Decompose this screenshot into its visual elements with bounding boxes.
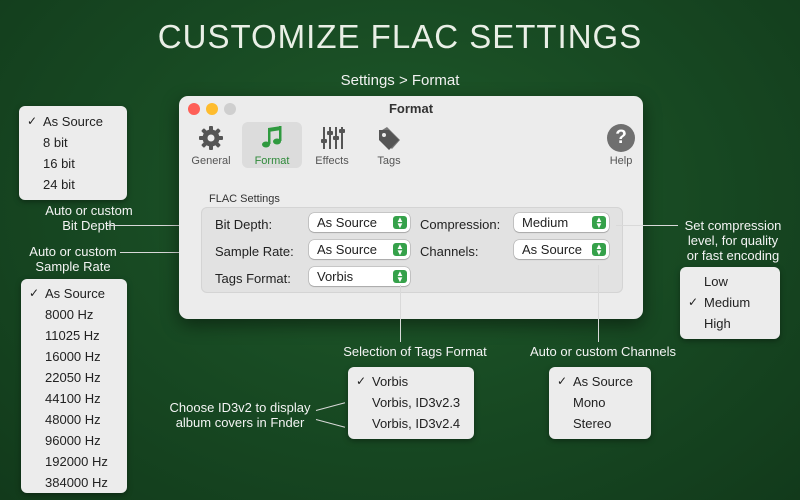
checkmark-icon: ✓ [557, 374, 568, 388]
tab-tags-label: Tags [377, 155, 401, 167]
window-title: Format [388, 101, 434, 116]
menu-item[interactable]: Mono [549, 392, 651, 413]
menu-item[interactable]: 11025 Hz [21, 325, 127, 346]
menu-item[interactable]: 16 bit [19, 153, 127, 174]
menu-item[interactable]: High [680, 313, 780, 334]
channels-label: Channels: [420, 244, 479, 259]
menu-item[interactable]: 8 bit [19, 132, 127, 153]
tags-format-popup[interactable]: Vorbis ▲ ▼ [309, 267, 410, 286]
gear-icon [199, 126, 223, 150]
checkmark-icon: ✓ [29, 286, 40, 300]
menu-item[interactable]: 22050 Hz [21, 367, 127, 388]
menu-item[interactable]: Low [680, 271, 780, 292]
tab-effects-label: Effects [315, 155, 349, 167]
bit-depth-popup[interactable]: As Source ▲ ▼ [309, 213, 410, 232]
chevron-updown-icon: ▲ ▼ [393, 216, 407, 230]
sliders-icon [321, 127, 345, 149]
sample-rate-label: Sample Rate: [215, 244, 294, 259]
flac-settings-title: FLAC Settings [209, 193, 280, 205]
subhead: Settings > Format [340, 72, 460, 89]
menu-item[interactable]: 16000 Hz [21, 346, 127, 367]
bit-depth-label: Bit Depth: [215, 217, 273, 232]
tab-format[interactable]: Format [242, 122, 302, 168]
connector-line [315, 419, 346, 428]
tags-format-note: Selection of Tags Format [343, 344, 487, 359]
tags-format-label: Tags Format: [215, 271, 291, 286]
tab-tags[interactable]: Tags [359, 122, 419, 168]
connector-line [315, 402, 346, 411]
compression-popup[interactable]: Medium ▲ ▼ [514, 213, 609, 232]
menu-item[interactable]: Stereo [549, 413, 651, 434]
title-bar: Format [179, 96, 643, 120]
connector-line [616, 225, 678, 226]
menu-item[interactable]: 44100 Hz [21, 388, 127, 409]
id3-note: Choose ID3v2 to display album covers in … [169, 400, 311, 430]
channels-menu: ✓ As Source Mono Stereo [549, 367, 651, 439]
sample-rate-popup[interactable]: As Source ▲ ▼ [309, 240, 410, 259]
tab-general[interactable]: General [181, 122, 241, 168]
menu-item[interactable]: ✓ As Source [549, 371, 651, 392]
bit-depth-note: Auto or custom Bit Depth [45, 203, 133, 233]
menu-item[interactable]: 24 bit [19, 174, 127, 195]
chevron-updown-icon: ▲ ▼ [592, 216, 606, 230]
compression-label: Compression: [420, 217, 501, 232]
connector-line [598, 265, 599, 342]
menu-item[interactable]: 48000 Hz [21, 409, 127, 430]
help-icon: ? [607, 124, 635, 152]
menu-item[interactable]: 384000 Hz [21, 472, 127, 493]
compression-menu: Low ✓ Medium High [680, 267, 780, 339]
menu-item[interactable]: 96000 Hz [21, 430, 127, 451]
checkmark-icon: ✓ [688, 295, 699, 309]
music-note-icon [262, 126, 282, 148]
checkmark-icon: ✓ [27, 114, 38, 128]
chevron-updown-icon: ▲ ▼ [592, 243, 606, 257]
menu-item[interactable]: ✓ As Source [19, 111, 127, 132]
chevron-updown-icon: ▲ ▼ [393, 243, 407, 257]
connector-line [400, 285, 401, 342]
menu-item[interactable]: 8000 Hz [21, 304, 127, 325]
channels-popup[interactable]: As Source ▲ ▼ [514, 240, 609, 259]
tags-format-menu: ✓ Vorbis Vorbis, ID3v2.3 Vorbis, ID3v2.4 [348, 367, 474, 439]
headline: CUSTOMIZE FLAC SETTINGS [157, 18, 643, 55]
sample-rate-note: Auto or custom Sample Rate [29, 244, 117, 274]
sample-rate-menu: ✓ As Source 8000 Hz 11025 Hz 16000 Hz 220… [21, 279, 127, 493]
chevron-updown-icon: ▲ ▼ [393, 270, 407, 284]
bit-depth-menu: ✓ As Source 8 bit 16 bit 24 bit [19, 106, 127, 200]
help-button[interactable]: ? Help [592, 122, 643, 168]
help-label: Help [609, 155, 633, 167]
menu-item[interactable]: ✓ As Source [21, 283, 127, 304]
tab-general-label: General [191, 155, 231, 167]
tab-format-label: Format [254, 155, 290, 167]
menu-item[interactable]: 192000 Hz [21, 451, 127, 472]
tag-icon [379, 127, 400, 150]
menu-item[interactable]: Vorbis, ID3v2.3 [348, 392, 474, 413]
menu-item[interactable]: ✓ Vorbis [348, 371, 474, 392]
tab-effects[interactable]: Effects [302, 122, 362, 168]
menu-item[interactable]: Vorbis, ID3v2.4 [348, 413, 474, 434]
checkmark-icon: ✓ [356, 374, 367, 388]
compression-note: Set compression level, for quality or fa… [684, 218, 782, 263]
channels-note: Auto or custom Channels [530, 344, 676, 359]
format-window: Format General Format Effects Tags ? Hel… [179, 96, 643, 319]
menu-item[interactable]: ✓ Medium [680, 292, 780, 313]
